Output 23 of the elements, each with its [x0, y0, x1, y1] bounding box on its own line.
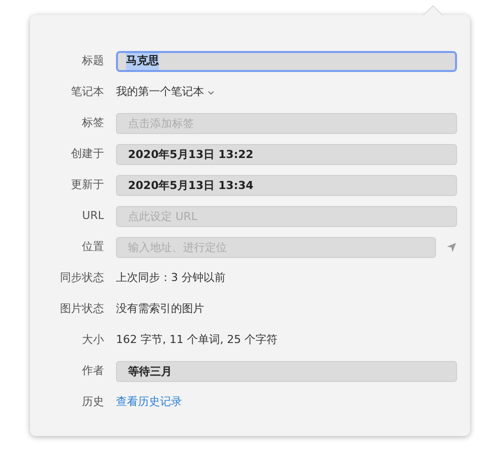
field-label: 更新于 — [70, 177, 104, 194]
field-label: 作者 — [81, 363, 104, 380]
field-label: URL — [81, 208, 104, 224]
field-label: 位置 — [81, 239, 104, 256]
field-label: 图片状态 — [59, 301, 104, 318]
field-label: 同步状态 — [59, 270, 104, 286]
field-label: 大小 — [81, 332, 104, 348]
chevron-down-icon — [208, 90, 214, 94]
location-arrow-icon[interactable] — [446, 242, 457, 253]
history-link[interactable]: 查看历史记录 — [116, 394, 182, 411]
field-label: 标签 — [81, 115, 104, 132]
notebook-dropdown[interactable]: 我的第一个笔记本 — [116, 84, 214, 101]
input-field[interactable]: 等待三月 — [116, 361, 457, 382]
info-value: 162 字节, 11 个单词, 25 个字符 — [116, 332, 278, 348]
input-field[interactable]: 2020年5月13日 13:22 — [116, 144, 457, 165]
field-label: 笔记本 — [70, 84, 104, 100]
field-label: 历史 — [81, 394, 104, 410]
field-label: 标题 — [81, 53, 104, 70]
info-value: 没有需索引的图片 — [116, 301, 204, 318]
input-field[interactable]: 2020年5月13日 13:34 — [116, 175, 457, 196]
field-label: 创建于 — [70, 146, 104, 162]
input-field[interactable]: 马克思 — [116, 51, 457, 72]
info-value: 上次同步：3 分钟以前 — [116, 270, 226, 286]
